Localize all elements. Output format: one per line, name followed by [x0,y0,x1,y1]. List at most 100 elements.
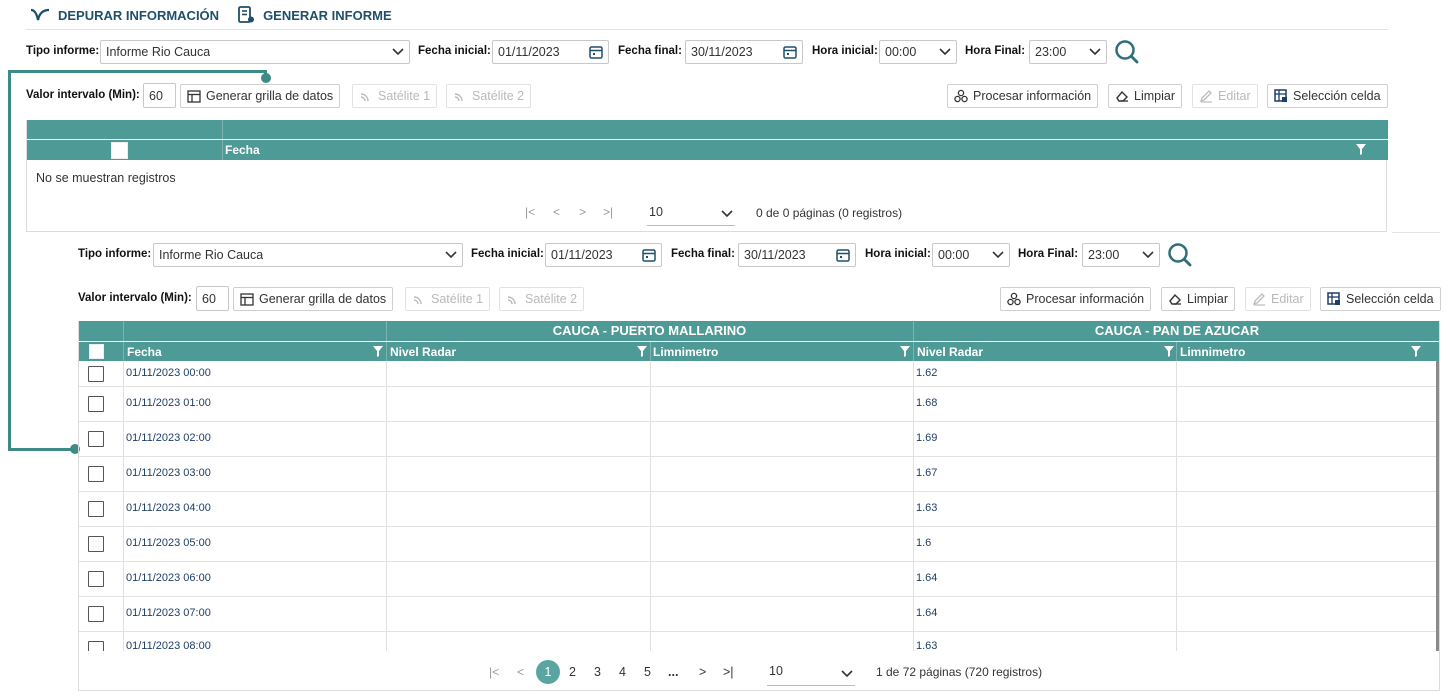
seleccion-celda-button[interactable]: Selección celda [1320,287,1441,311]
row-checkbox[interactable] [88,431,104,447]
page-button[interactable]: 3 [594,665,601,679]
prev-page-button[interactable]: < [553,205,560,219]
calendar-icon[interactable] [589,45,603,59]
satelite-2-button[interactable]: Satélite 2 [446,84,532,108]
procesar-informacion-button[interactable]: Procesar información [947,84,1099,108]
cell-fecha[interactable]: 01/11/2023 05:00 [126,537,211,549]
prev-page-button[interactable]: < [517,665,524,679]
tipo-informe-select[interactable]: Informe Rio Cauca [153,243,463,267]
calendar-icon[interactable] [783,45,797,59]
cell-pa-radar[interactable]: 1.64 [916,572,937,584]
filter-icon[interactable] [1163,345,1175,358]
calendar-icon[interactable] [642,248,656,262]
filter-icon[interactable] [899,345,911,358]
limpiar-button[interactable]: Limpiar [1161,287,1235,311]
intervalo-input[interactable]: 60 [196,286,229,311]
last-page-button[interactable]: >| [723,665,734,679]
search-icon[interactable] [1114,39,1140,65]
table-row[interactable]: 01/11/2023 00:00 1.62 [79,361,1436,387]
tab-generar-informe[interactable]: GENERAR INFORME [237,6,392,24]
button-label: Generar grilla de datos [206,89,334,103]
fecha-final-input[interactable]: 30/11/2023 [685,40,803,64]
cell-fecha[interactable]: 01/11/2023 02:00 [126,432,211,444]
filter-icon[interactable] [1355,143,1367,156]
page-button[interactable]: 5 [644,665,651,679]
tab-label: GENERAR INFORME [263,7,392,23]
tab-depurar-informacion[interactable]: DEPURAR INFORMACIÓN [30,7,219,23]
row-checkbox[interactable] [88,641,104,651]
hora-inicial-select[interactable]: 00:00 [879,40,957,64]
cell-pa-radar[interactable]: 1.68 [916,397,937,409]
generar-grilla-button[interactable]: Generar grilla de datos [180,84,341,108]
cell-pa-radar[interactable]: 1.69 [916,432,937,444]
cell-pa-radar[interactable]: 1.67 [916,467,937,479]
calendar-icon[interactable] [836,248,850,262]
intervalo-input[interactable]: 60 [143,83,176,108]
cell-pa-radar[interactable]: 1.64 [916,607,937,619]
fecha-inicial-input[interactable]: 01/11/2023 [545,243,662,267]
first-page-button[interactable]: |< [525,205,535,219]
filter-icon[interactable] [1410,345,1422,358]
cell-pa-radar[interactable]: 1.6 [916,537,931,549]
filter-icon[interactable] [372,345,384,358]
table-row[interactable]: 01/11/2023 06:00 1.64 [79,562,1436,597]
row-checkbox[interactable] [88,466,104,482]
satelite-2-button[interactable]: Satélite 2 [499,287,585,311]
hora-final-select[interactable]: 23:00 [1082,243,1160,267]
row-checkbox[interactable] [88,606,104,622]
cell-fecha[interactable]: 01/11/2023 01:00 [126,397,211,409]
last-page-button[interactable]: >| [603,205,613,219]
table-row[interactable]: 01/11/2023 04:00 1.63 [79,492,1436,527]
cell-fecha[interactable]: 01/11/2023 07:00 [126,607,211,619]
connector-dot-top [261,73,271,83]
tipo-informe-select[interactable]: Informe Rio Cauca [100,40,410,64]
editar-button[interactable]: Editar [1245,287,1311,311]
row-checkbox[interactable] [88,571,104,587]
table-row[interactable]: 01/11/2023 02:00 1.69 [79,422,1436,457]
first-page-button[interactable]: |< [489,665,499,679]
select-all-checkbox[interactable] [89,344,104,359]
hora-inicial-select[interactable]: 00:00 [932,243,1010,267]
table-row[interactable]: 01/11/2023 03:00 1.67 [79,457,1436,492]
cell-fecha[interactable]: 01/11/2023 04:00 [126,502,211,514]
page-button-active[interactable]: 1 [536,660,560,684]
row-checkbox[interactable] [88,366,104,382]
table-row[interactable]: 01/11/2023 01:00 1.68 [79,387,1436,422]
cell-pa-radar[interactable]: 1.63 [916,640,937,651]
cell-fecha[interactable]: 01/11/2023 06:00 [126,572,211,584]
limpiar-button[interactable]: Limpiar [1108,84,1182,108]
hora-final-select[interactable]: 23:00 [1029,40,1107,64]
select-all-checkbox[interactable] [111,142,128,159]
vertical-scrollbar[interactable] [1436,361,1439,651]
next-page-button[interactable]: > [699,665,706,679]
row-checkbox[interactable] [88,501,104,517]
row-checkbox[interactable] [88,396,104,412]
cell-fecha[interactable]: 01/11/2023 00:00 [126,367,211,379]
table-row[interactable]: 01/11/2023 07:00 1.64 [79,597,1436,632]
filter-icon[interactable] [636,345,648,358]
satelite-1-button[interactable]: Satélite 1 [405,287,491,311]
page-size-select[interactable]: 10 [647,202,735,226]
next-page-button[interactable]: > [579,205,586,219]
search-icon[interactable] [1167,242,1193,268]
procesar-informacion-button[interactable]: Procesar información [1000,287,1152,311]
fecha-inicial-label: Fecha inicial: [471,248,544,260]
page-ellipsis[interactable]: ... [668,665,678,679]
generar-grilla-button[interactable]: Generar grilla de datos [233,287,394,311]
cell-pa-radar[interactable]: 1.63 [916,502,937,514]
row-checkbox[interactable] [88,536,104,552]
cell-fecha[interactable]: 01/11/2023 03:00 [126,467,211,479]
cell-pa-radar[interactable]: 1.62 [916,367,937,379]
fecha-inicial-input[interactable]: 01/11/2023 [492,40,609,64]
page-button[interactable]: 2 [569,665,576,679]
table-row[interactable]: 01/11/2023 08:00 1.63 [79,632,1436,651]
fecha-final-input[interactable]: 30/11/2023 [738,243,856,267]
page-size-select[interactable]: 10 [767,661,855,686]
page-button[interactable]: 4 [619,665,626,679]
seleccion-celda-button[interactable]: Selección celda [1267,84,1388,108]
satelite-1-button[interactable]: Satélite 1 [352,84,438,108]
cell-fecha[interactable]: 01/11/2023 08:00 [126,640,211,651]
hora-final-value: 23:00 [1088,248,1120,262]
table-row[interactable]: 01/11/2023 05:00 1.6 [79,527,1436,562]
editar-button[interactable]: Editar [1192,84,1258,108]
